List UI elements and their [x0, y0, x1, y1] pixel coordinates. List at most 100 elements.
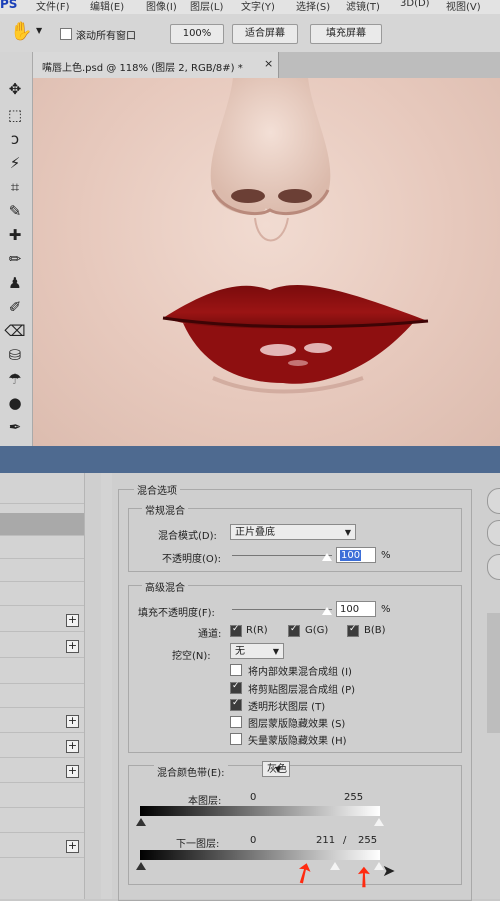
add-icon[interactable]: +	[66, 740, 79, 753]
dialog-button[interactable]	[487, 554, 500, 580]
channels-label: 通道:	[198, 629, 222, 640]
list-item[interactable]	[0, 536, 84, 559]
this-layer-black-slider[interactable]	[136, 818, 146, 826]
scroll-all-windows-label: 滚动所有窗口	[76, 31, 136, 42]
menu-view[interactable]: 视图(V)	[446, 0, 481, 13]
this-layer-label: 本图层:	[188, 796, 222, 807]
menu-type[interactable]: 文字(Y)	[241, 0, 275, 13]
transparency-shapes-label: 透明形状图层 (T)	[248, 702, 326, 713]
list-item-selected[interactable]	[0, 513, 84, 536]
image-canvas[interactable]	[33, 78, 500, 446]
dialog-button[interactable]	[487, 520, 500, 546]
document-tab[interactable]: 嘴唇上色.psd @ 118% (图层 2, RGB/8#) * ×	[33, 52, 279, 78]
fill-opacity-slider[interactable]	[232, 609, 332, 610]
menu-3d[interactable]: 3D(D)	[400, 0, 430, 9]
blend-mode-select[interactable]: 正片叠底 ▼	[230, 524, 356, 540]
channel-g-label: G(G)	[305, 625, 329, 636]
brush-tool-icon[interactable]: ✏	[4, 248, 26, 270]
list-item[interactable]	[0, 583, 84, 606]
list-item[interactable]	[0, 810, 84, 833]
crop-tool-icon[interactable]: ⌗	[4, 176, 26, 198]
list-item[interactable]	[0, 785, 84, 808]
lasso-tool-icon[interactable]: ↄ	[4, 128, 26, 150]
options-bar: ✋ ▼ 滚动所有窗口 100% 适合屏幕 填充屏幕	[0, 14, 500, 53]
close-icon[interactable]: ×	[264, 57, 273, 70]
vector-mask-hides-checkbox[interactable]	[230, 733, 242, 745]
add-icon[interactable]: +	[66, 640, 79, 653]
styles-list-scrollbar[interactable]	[84, 473, 101, 899]
blend-interior-effects-checkbox[interactable]	[230, 664, 242, 676]
dialog-button[interactable]	[487, 488, 500, 514]
underlying-black-slider[interactable]	[136, 862, 146, 870]
list-item[interactable]	[0, 481, 84, 504]
scroll-all-windows-checkbox[interactable]	[60, 28, 72, 40]
chevron-down-icon[interactable]: ▼	[36, 26, 42, 35]
fill-opacity-slider-thumb[interactable]	[322, 607, 332, 615]
marquee-tool-icon[interactable]: ⬚	[4, 104, 26, 126]
styles-list: + + + + + +	[0, 473, 112, 899]
channel-r-checkbox[interactable]	[230, 624, 242, 637]
opacity-slider[interactable]	[232, 555, 332, 556]
magic-wand-icon[interactable]: ⚡	[4, 152, 26, 174]
this-layer-gradient	[140, 806, 380, 816]
blend-clipped-layers-checkbox[interactable]	[230, 681, 242, 694]
menu-image[interactable]: 图像(I)	[146, 0, 177, 13]
list-item[interactable]: +	[0, 635, 84, 658]
this-layer-low-value: 0	[250, 792, 257, 803]
add-icon[interactable]: +	[66, 614, 79, 627]
preview-panel	[487, 613, 500, 733]
blend-if-label: 混合颜色带(E):	[154, 764, 228, 779]
list-item[interactable]: +	[0, 735, 84, 758]
menu-select[interactable]: 选择(S)	[296, 0, 330, 13]
knockout-select[interactable]: 无 ▼	[230, 643, 284, 659]
opacity-slider-thumb[interactable]	[322, 553, 332, 561]
list-item[interactable]: +	[0, 710, 84, 733]
paint-bucket-icon[interactable]: ⛁	[4, 344, 26, 366]
clone-stamp-icon[interactable]: ♟	[4, 272, 26, 294]
fill-screen-button[interactable]: 填充屏幕	[310, 24, 382, 44]
list-item[interactable]: +	[0, 835, 84, 858]
healing-brush-icon[interactable]: ✚	[4, 224, 26, 246]
menu-edit[interactable]: 编辑(E)	[90, 0, 124, 13]
this-layer-white-slider[interactable]	[374, 818, 384, 826]
eraser-tool-icon[interactable]: ⌫	[4, 320, 26, 342]
zoom-100-button[interactable]: 100%	[170, 24, 224, 44]
add-icon[interactable]: +	[66, 840, 79, 853]
opacity-input[interactable]: 100	[336, 547, 376, 563]
channel-g-checkbox[interactable]	[288, 624, 300, 637]
dodge-tool-icon[interactable]: ●	[4, 392, 26, 414]
blend-mode-value: 正片叠底	[235, 527, 275, 538]
history-brush-icon[interactable]: ✐	[4, 296, 26, 318]
menu-bar: PS 文件(F) 编辑(E) 图像(I) 图层(L) 文字(Y) 选择(S) 滤…	[0, 0, 500, 14]
this-layer-high-value: 255	[344, 792, 364, 803]
underlying-low-value: 0	[250, 835, 257, 846]
vector-mask-hides-label: 矢量蒙版隐藏效果 (H)	[248, 736, 347, 747]
pen-tool-icon[interactable]: ✒	[4, 416, 26, 438]
list-item[interactable]: +	[0, 609, 84, 632]
list-item[interactable]	[0, 559, 84, 582]
blend-clipped-layers-label: 将剪贴图层混合成组 (P)	[248, 685, 356, 696]
transparency-shapes-checkbox[interactable]	[230, 698, 242, 711]
fit-screen-button[interactable]: 适合屏幕	[232, 24, 298, 44]
list-item[interactable]	[0, 685, 84, 708]
add-icon[interactable]: +	[66, 715, 79, 728]
underlying-white-slider-left-half[interactable]	[330, 862, 340, 870]
menu-layer[interactable]: 图层(L)	[190, 0, 223, 13]
eyedropper-icon[interactable]: ✎	[4, 200, 26, 222]
general-blending-title: 常规混合	[142, 502, 188, 517]
menu-file[interactable]: 文件(F)	[36, 0, 70, 13]
layer-mask-hides-checkbox[interactable]	[230, 716, 242, 728]
chevron-down-icon: ▼	[344, 528, 351, 537]
list-item[interactable]	[0, 661, 84, 684]
knockout-value: 无	[235, 646, 245, 657]
channel-b-checkbox[interactable]	[347, 624, 359, 637]
move-tool-icon[interactable]: ✥	[4, 78, 26, 100]
add-icon[interactable]: +	[66, 765, 79, 778]
menu-filter[interactable]: 滤镜(T)	[346, 0, 380, 13]
fill-opacity-input[interactable]: 100	[336, 601, 376, 617]
document-title: 嘴唇上色.psd @ 118% (图层 2, RGB/8#) *	[42, 63, 243, 74]
list-item[interactable]: +	[0, 760, 84, 783]
layer-mask-hides-label: 图层蒙版隐藏效果 (S)	[248, 719, 346, 730]
blur-tool-icon[interactable]: ☂	[4, 368, 26, 390]
hand-tool-icon[interactable]: ✋	[10, 21, 32, 42]
